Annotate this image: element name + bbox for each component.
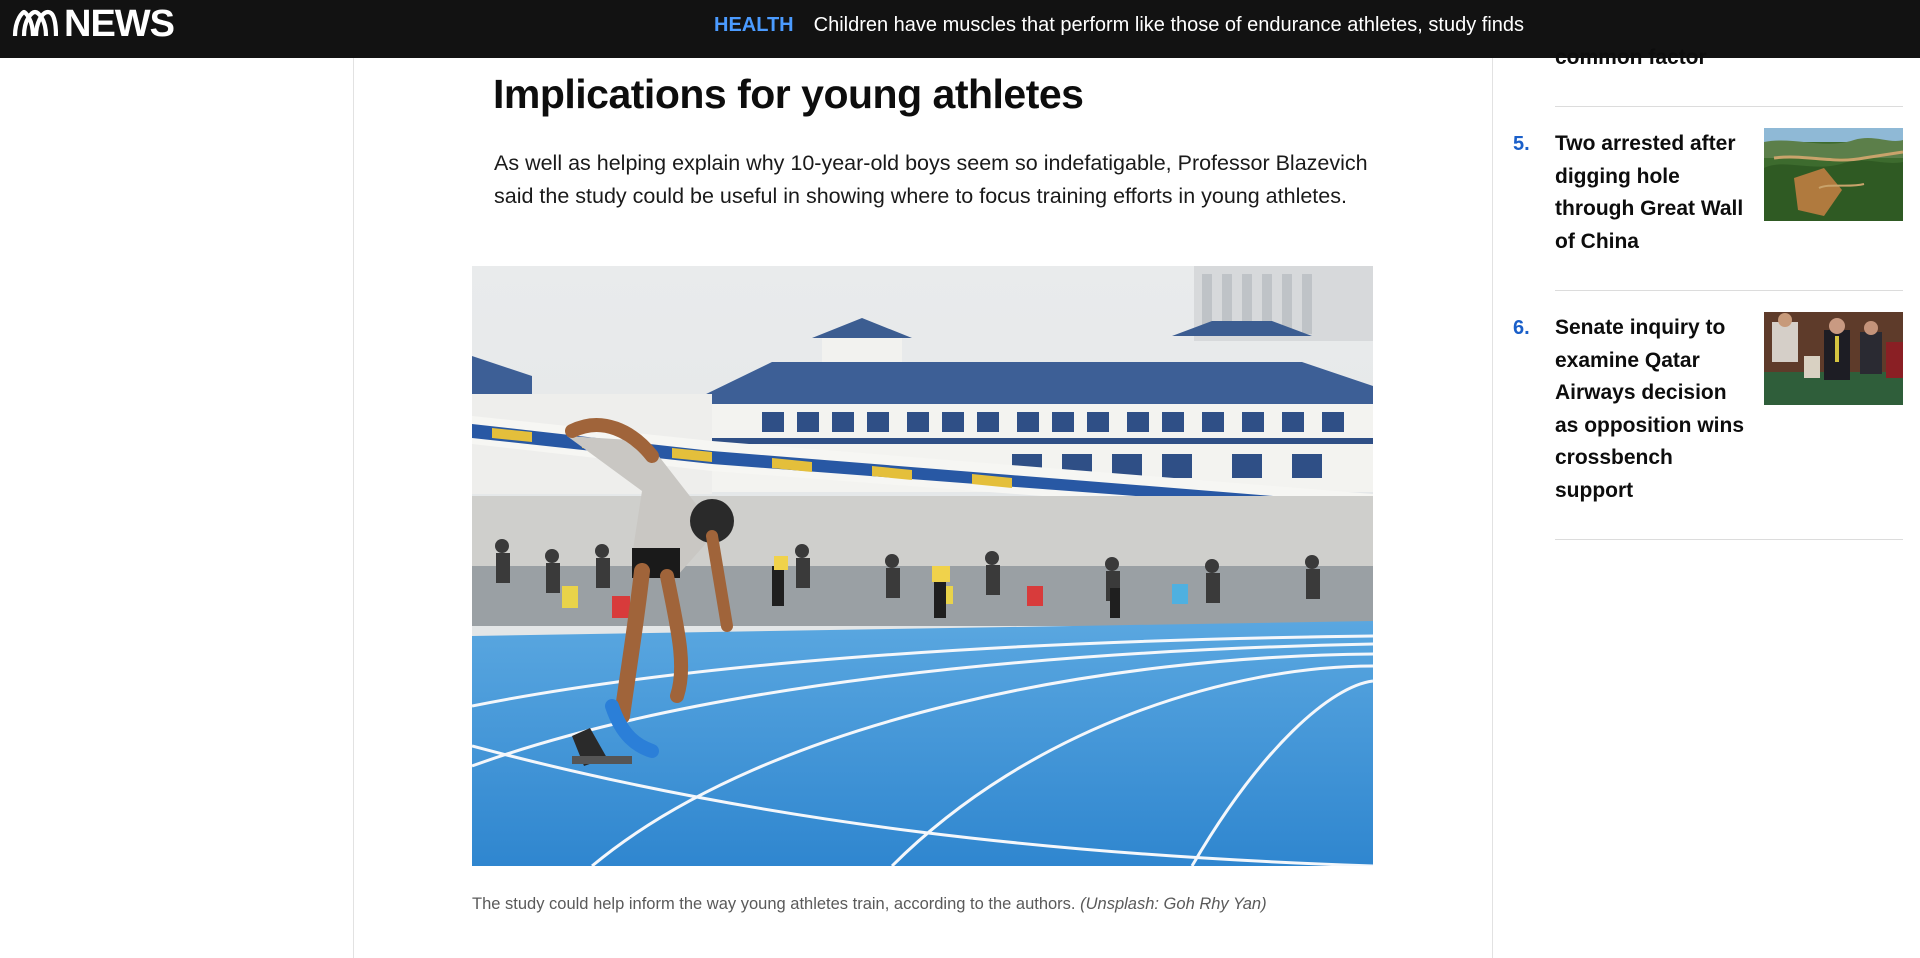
right-column-divider: [1492, 58, 1493, 958]
news-wordmark: NEWS: [64, 3, 175, 45]
sidebar-item-title[interactable]: Senate inquiry to examine Qatar Airways …: [1555, 312, 1753, 507]
sidebar-divider: [1555, 290, 1903, 291]
track-sprinter-photo[interactable]: [472, 266, 1373, 866]
sidebar-item-5[interactable]: 5. Two arrested after digging hole throu…: [1513, 128, 1903, 258]
great-wall-photo[interactable]: [1764, 128, 1903, 221]
sticky-article-title: Children have muscles that perform like …: [813, 13, 1525, 36]
sidebar-item-partial[interactable]: common factor: [1555, 42, 1707, 74]
caption-text: The study could help inform the way youn…: [472, 895, 1076, 913]
sidebar-item-6[interactable]: 6. Senate inquiry to examine Qatar Airwa…: [1513, 312, 1903, 512]
abc-news-logo[interactable]: NEWS: [12, 3, 175, 45]
list-number: 5.: [1513, 133, 1530, 155]
left-column-divider: [353, 58, 354, 958]
abc-logo-icon: [12, 9, 58, 37]
image-caption: The study could help inform the way youn…: [472, 888, 1352, 920]
section-label-health[interactable]: HEALTH: [714, 14, 794, 37]
section-heading: Implications for young athletes: [493, 71, 1084, 117]
sticky-headline: HEALTH Children have muscles that perfor…: [714, 0, 1524, 50]
sidebar-divider: [1555, 106, 1903, 107]
caption-credit: (Unsplash: Goh Rhy Yan): [1080, 895, 1267, 913]
senate-chamber-photo[interactable]: [1764, 312, 1903, 405]
list-number: 6.: [1513, 317, 1530, 339]
article-paragraph: As well as helping explain why 10-year-o…: [494, 151, 1368, 208]
sidebar-item-title[interactable]: Two arrested after digging hole through …: [1555, 128, 1753, 258]
sidebar-divider: [1555, 539, 1903, 540]
